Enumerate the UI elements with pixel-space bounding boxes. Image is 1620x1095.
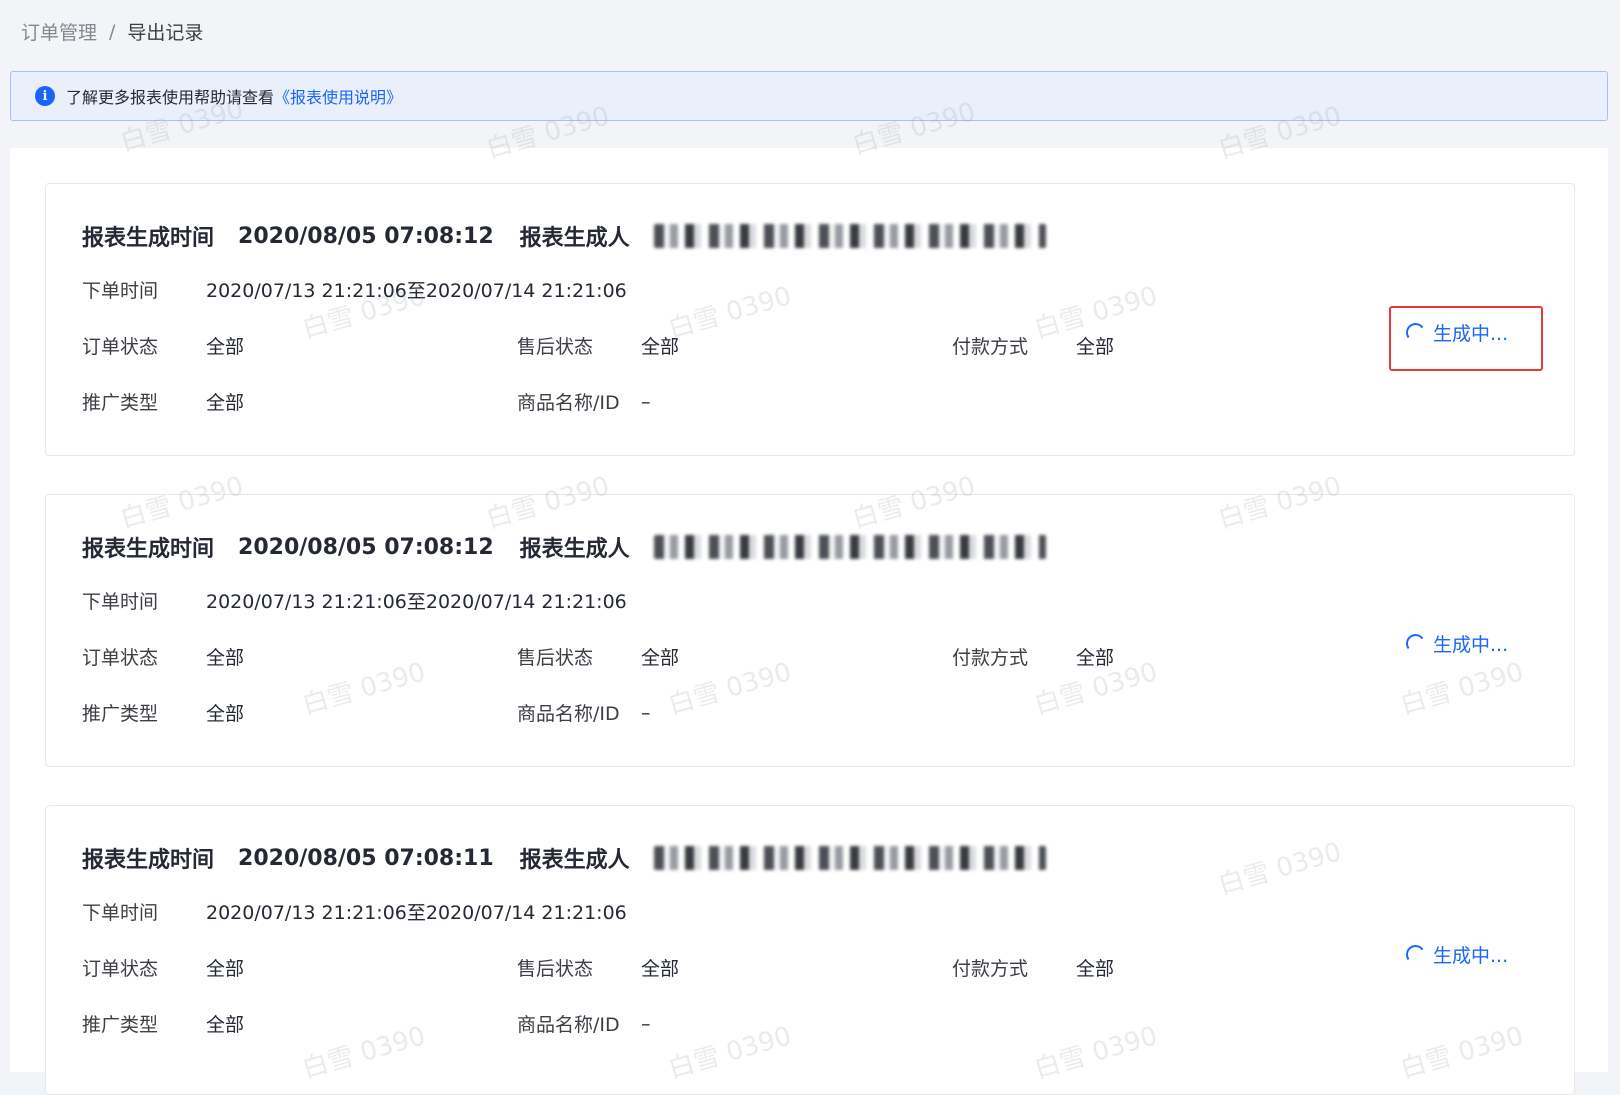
filter-row: 订单状态 全部 售后状态 全部 付款方式 全部 <box>82 954 1182 981</box>
status-text: 生成中... <box>1433 634 1509 656</box>
notice-text: 了解更多报表使用帮助请查看 <box>66 88 275 107</box>
report-time-value: 2020/08/05 07:08:11 <box>238 845 494 871</box>
order-status-value: 全部 <box>206 958 245 980</box>
order-time-row: 下单时间 2020/07/13 21:21:06至2020/07/14 21:2… <box>82 587 627 614</box>
aftersale-status-label: 售后状态 <box>517 647 594 669</box>
order-time-label: 下单时间 <box>82 280 159 302</box>
aftersale-status-value: 全部 <box>641 958 680 980</box>
help-notice: i 了解更多报表使用帮助请查看 《报表使用说明》 <box>10 71 1608 121</box>
record-header: 报表生成时间 2020/08/05 07:08:12 报表生成人 <box>82 531 1046 563</box>
order-time-label: 下单时间 <box>82 591 159 613</box>
export-record-list: 报表生成时间 2020/08/05 07:08:12 报表生成人 下单时间 20… <box>10 148 1608 1095</box>
generating-status[interactable]: 生成中... <box>1404 941 1509 968</box>
aftersale-status-label: 售后状态 <box>517 958 594 980</box>
report-time-label: 报表生成时间 <box>82 226 215 251</box>
payment-method-label: 付款方式 <box>952 647 1029 669</box>
loading-spinner-icon <box>1404 943 1427 966</box>
order-time-row: 下单时间 2020/07/13 21:21:06至2020/07/14 21:2… <box>82 898 627 925</box>
order-status-value: 全部 <box>206 336 245 358</box>
filter-row-2: 推广类型 全部 商品名称/ID – <box>82 1010 982 1037</box>
order-status-label: 订单状态 <box>82 647 159 669</box>
report-time-value: 2020/08/05 07:08:12 <box>238 534 494 560</box>
breadcrumb-current: 导出记录 <box>127 22 204 44</box>
payment-method-value: 全部 <box>1076 336 1115 358</box>
product-name-id-value: – <box>641 701 651 724</box>
report-time-label: 报表生成时间 <box>82 848 215 873</box>
breadcrumb-parent[interactable]: 订单管理 <box>21 18 97 45</box>
payment-method-label: 付款方式 <box>952 336 1029 358</box>
report-creator-redacted <box>653 224 1046 248</box>
report-creator-redacted <box>653 535 1046 559</box>
loading-spinner-icon <box>1404 632 1427 655</box>
breadcrumb: 订单管理 / 导出记录 <box>21 18 203 45</box>
filter-row: 订单状态 全部 售后状态 全部 付款方式 全部 <box>82 643 1182 670</box>
product-name-id-value: – <box>641 390 651 413</box>
export-record-card: 报表生成时间 2020/08/05 07:08:12 报表生成人 下单时间 20… <box>45 494 1575 767</box>
order-time-row: 下单时间 2020/07/13 21:21:06至2020/07/14 21:2… <box>82 276 627 303</box>
product-name-id-label: 商品名称/ID <box>517 1014 620 1036</box>
order-time-value: 2020/07/13 21:21:06至2020/07/14 21:21:06 <box>206 591 627 613</box>
order-time-value: 2020/07/13 21:21:06至2020/07/14 21:21:06 <box>206 280 627 302</box>
report-creator-label: 报表生成人 <box>519 226 630 251</box>
status-text: 生成中... <box>1433 945 1509 967</box>
filter-row: 订单状态 全部 售后状态 全部 付款方式 全部 <box>82 332 1182 359</box>
record-header: 报表生成时间 2020/08/05 07:08:12 报表生成人 <box>82 220 1046 252</box>
order-status-value: 全部 <box>206 647 245 669</box>
report-time-value: 2020/08/05 07:08:12 <box>238 223 494 249</box>
report-creator-redacted <box>653 846 1046 870</box>
promotion-type-value: 全部 <box>206 392 245 414</box>
export-record-card: 报表生成时间 2020/08/05 07:08:11 报表生成人 下单时间 20… <box>45 805 1575 1095</box>
product-name-id-label: 商品名称/ID <box>517 703 620 725</box>
generating-status[interactable]: 生成中... <box>1404 630 1509 657</box>
product-name-id-value: – <box>641 1012 651 1035</box>
aftersale-status-label: 售后状态 <box>517 336 594 358</box>
order-time-value: 2020/07/13 21:21:06至2020/07/14 21:21:06 <box>206 902 627 924</box>
aftersale-status-value: 全部 <box>641 336 680 358</box>
report-guide-link[interactable]: 《报表使用说明》 <box>274 84 402 108</box>
aftersale-status-value: 全部 <box>641 647 680 669</box>
filter-row-2: 推广类型 全部 商品名称/ID – <box>82 388 982 415</box>
product-name-id-label: 商品名称/ID <box>517 392 620 414</box>
report-creator-label: 报表生成人 <box>519 848 630 873</box>
promotion-type-label: 推广类型 <box>82 392 159 414</box>
promotion-type-label: 推广类型 <box>82 1014 159 1036</box>
payment-method-value: 全部 <box>1076 647 1115 669</box>
order-status-label: 订单状态 <box>82 958 159 980</box>
payment-method-label: 付款方式 <box>952 958 1029 980</box>
breadcrumb-separator: / <box>109 20 116 43</box>
promotion-type-label: 推广类型 <box>82 703 159 725</box>
report-creator-label: 报表生成人 <box>519 537 630 562</box>
filter-row-2: 推广类型 全部 商品名称/ID – <box>82 699 982 726</box>
highlight-box <box>1389 306 1543 371</box>
report-time-label: 报表生成时间 <box>82 537 215 562</box>
order-status-label: 订单状态 <box>82 336 159 358</box>
export-record-card: 报表生成时间 2020/08/05 07:08:12 报表生成人 下单时间 20… <box>45 183 1575 456</box>
order-time-label: 下单时间 <box>82 902 159 924</box>
info-icon: i <box>35 86 55 106</box>
promotion-type-value: 全部 <box>206 1014 245 1036</box>
record-header: 报表生成时间 2020/08/05 07:08:11 报表生成人 <box>82 842 1046 874</box>
payment-method-value: 全部 <box>1076 958 1115 980</box>
promotion-type-value: 全部 <box>206 703 245 725</box>
